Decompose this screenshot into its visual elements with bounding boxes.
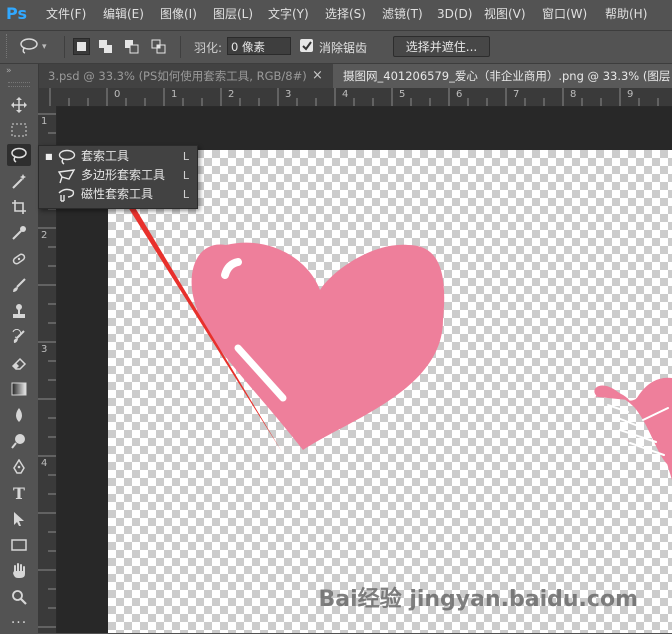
tab-heart-png[interactable]: 摄图网_401206579_爱心（非企业商用）.png @ 33.3% (图层 [333, 64, 672, 88]
menu-view[interactable]: 视图(V) [484, 0, 526, 28]
ruler-label: 4 [342, 89, 349, 100]
chevron-down-icon: ▾ [42, 42, 47, 52]
feather-label: 羽化: [194, 41, 223, 55]
ruler-label: 2 [41, 230, 48, 241]
lasso-tool-flyout: ■ 套索工具 L 多边形套索工具 L 磁性套索工具 L [38, 145, 198, 209]
app-logo: Ps [6, 4, 27, 23]
menu-bar: Ps 文件(F) 编辑(E) 图像(I) 图层(L) 文字(Y) 选择(S) 滤… [0, 0, 672, 28]
panel-grip[interactable] [8, 82, 30, 87]
shortcut-key: L [182, 150, 189, 163]
subtract-selection-button[interactable] [123, 38, 140, 55]
stamp-icon[interactable] [7, 300, 31, 322]
blur-icon[interactable] [7, 404, 31, 426]
magnetic-lasso-icon [57, 187, 77, 209]
hand-icon[interactable] [7, 560, 31, 582]
menu-help[interactable]: 帮助(H) [605, 0, 647, 28]
menu-edit[interactable]: 编辑(E) [103, 0, 144, 28]
menu-window[interactable]: 窗口(W) [542, 0, 587, 28]
flyout-item-label: 磁性套索工具 [81, 187, 154, 201]
move-icon[interactable] [7, 94, 31, 116]
ruler-label: 8 [570, 89, 577, 100]
menu-file[interactable]: 文件(F) [46, 0, 86, 28]
ruler-label: 6 [456, 89, 463, 100]
flyout-item-polygonal-lasso[interactable]: 多边形套索工具 L [39, 166, 197, 185]
watermark: Bai经验 jingyan.baidu.com [318, 587, 639, 612]
tab-3psd[interactable]: 3.psd @ 33.3% (PS如何使用套索工具, RGB/8#) [38, 64, 333, 88]
ruler-top: 0 1 2 3 4 5 6 7 8 9 [38, 88, 672, 107]
add-selection-button[interactable] [97, 38, 114, 55]
crop-icon[interactable] [7, 196, 31, 218]
marquee-icon[interactable] [7, 119, 31, 141]
type-icon[interactable]: T [7, 482, 31, 504]
menu-select[interactable]: 选择(S) [325, 0, 366, 28]
lasso-tool-button[interactable] [7, 144, 31, 166]
tool-preset-picker[interactable]: ▾ [18, 36, 58, 58]
lasso-icon [18, 37, 40, 58]
ruler-label: 1 [41, 116, 48, 127]
ruler-label: 5 [399, 89, 406, 100]
ruler-label: 7 [513, 89, 520, 100]
dodge-icon[interactable] [7, 430, 31, 452]
tab-label: 摄图网_401206579_爱心（非企业商用）.png @ 33.3% (图层 [343, 69, 671, 83]
flyout-item-lasso[interactable]: ■ 套索工具 L [39, 147, 197, 166]
menu-filter[interactable]: 滤镜(T) [382, 0, 423, 28]
ruler-label: 1 [171, 89, 178, 100]
document-canvas[interactable] [108, 150, 672, 633]
antialias-checkbox[interactable] [300, 39, 313, 52]
document-tab-bar: 3.psd @ 33.3% (PS如何使用套索工具, RGB/8#) × 摄图网… [0, 64, 672, 88]
shortcut-key: L [182, 188, 189, 201]
ruler-label: 2 [228, 89, 235, 100]
menu-3d[interactable]: 3D(D) [437, 0, 472, 28]
path-select-icon[interactable] [7, 508, 31, 530]
lasso-icon [10, 147, 28, 163]
zoom-icon[interactable] [7, 586, 31, 608]
heart-image [191, 242, 672, 480]
eraser-icon[interactable] [7, 352, 31, 374]
flyout-item-label: 多边形套索工具 [81, 168, 166, 182]
menu-layer[interactable]: 图层(L) [213, 0, 253, 28]
ruler-label: 3 [285, 89, 292, 100]
intersect-selection-button[interactable] [150, 38, 167, 55]
tab-label: 3.psd @ 33.3% (PS如何使用套索工具, RGB/8#) [48, 69, 307, 83]
shortcut-key: L [182, 169, 189, 182]
ruler-label: 3 [41, 344, 48, 355]
flyout-item-label: 套索工具 [81, 149, 130, 163]
ruler-label: 0 [114, 89, 121, 100]
ruler-label: 9 [627, 89, 634, 100]
menu-type[interactable]: 文字(Y) [268, 0, 309, 28]
flyout-item-magnetic-lasso[interactable]: 磁性套索工具 L [39, 185, 197, 204]
pen-icon[interactable] [7, 456, 31, 478]
tools-panel: » T ··· [0, 64, 39, 633]
magic-wand-icon[interactable] [7, 170, 31, 192]
collapse-panel-icon[interactable]: » [6, 66, 12, 76]
healing-brush-icon[interactable] [7, 248, 31, 270]
options-grip[interactable] [6, 34, 11, 58]
gradient-icon[interactable] [7, 378, 31, 400]
eyedropper-icon[interactable] [7, 222, 31, 244]
checkmark-icon [302, 41, 312, 51]
history-brush-icon[interactable] [7, 326, 31, 348]
menu-image[interactable]: 图像(I) [160, 0, 197, 28]
select-and-mask-button[interactable]: 选择并遮住... [393, 36, 490, 57]
ruler-label: 4 [41, 458, 48, 469]
more-icon[interactable]: ··· [7, 612, 31, 634]
new-selection-button[interactable] [73, 38, 90, 55]
active-bullet-icon: ■ [45, 152, 53, 161]
rectangle-icon[interactable] [7, 534, 31, 556]
brush-icon[interactable] [7, 274, 31, 296]
options-bar: ▾ 羽化: 0 像素 消除锯齿 选择并遮住... [0, 30, 672, 64]
antialias-label: 消除锯齿 [319, 41, 368, 55]
feather-input[interactable]: 0 像素 [227, 37, 291, 55]
tab-close-icon[interactable]: × [312, 64, 323, 88]
